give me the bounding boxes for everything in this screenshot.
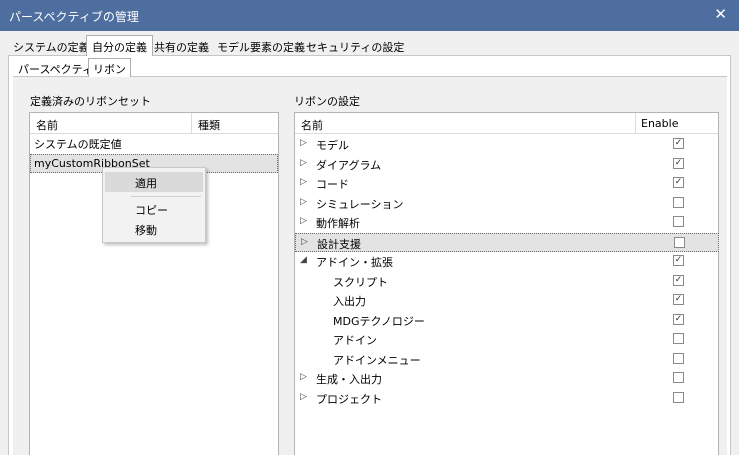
tree-item-label: 動作解析	[316, 217, 360, 230]
tab-my-definitions[interactable]: 自分の定義	[86, 35, 153, 56]
tree-item[interactable]: ▷ ダイアグラム ✓	[295, 155, 718, 174]
ribbon-settings-header: 名前 Enable	[295, 113, 718, 134]
tree-item[interactable]: ▷ プロジェクト	[295, 389, 718, 408]
tree-item-label: 入出力	[333, 295, 366, 308]
enable-checkbox[interactable]	[673, 391, 684, 403]
tree-item[interactable]: ▷ 生成・入出力	[295, 369, 718, 388]
tree-item-label: コード	[316, 178, 349, 191]
expand-arrow-icon[interactable]: ▷	[300, 372, 307, 382]
tree-item-label: プロジェクト	[316, 392, 382, 406]
title-bar: パースペクティブの管理 ✕	[0, 0, 739, 31]
enable-checkbox[interactable]: ✓	[673, 157, 684, 169]
enable-checkbox[interactable]	[673, 196, 684, 208]
column-type[interactable]: 種類	[192, 113, 226, 134]
enable-checkbox[interactable]	[673, 352, 684, 364]
expand-arrow-icon[interactable]: ▷	[300, 177, 307, 187]
expand-arrow-icon[interactable]: ▷	[300, 138, 307, 148]
tree-item[interactable]: ▷ シミュレーション	[295, 194, 718, 213]
tree-item-label: アドイン	[333, 334, 377, 347]
tree-item-label: アドインメニュー	[333, 353, 421, 367]
enable-checkbox[interactable]	[673, 333, 684, 344]
ribbon-set-list[interactable]: 名前 種類 システムの既定値 myCustomRibbonSet	[29, 112, 279, 455]
enable-checkbox[interactable]: ✓	[673, 313, 684, 325]
tree-item[interactable]: アドインメニュー	[295, 350, 718, 369]
tab-model-element-definitions[interactable]: モデル要素の定義	[212, 36, 310, 56]
enable-checkbox[interactable]	[674, 236, 685, 248]
menu-divider	[131, 196, 201, 197]
expand-arrow-icon[interactable]: ▷	[300, 216, 307, 226]
tree-item-label: 設計支援	[317, 237, 361, 251]
tree-item[interactable]: ▷ 動作解析	[295, 213, 718, 232]
menu-item-copy[interactable]: コピー	[105, 199, 203, 219]
collapse-arrow-icon[interactable]: ◢	[300, 255, 307, 265]
tree-item[interactable]: MDGテクノロジー ✓	[295, 311, 718, 330]
expand-arrow-icon[interactable]: ▷	[300, 392, 307, 402]
tree-item[interactable]: ▷ コード ✓	[295, 174, 718, 193]
enable-checkbox[interactable]: ✓	[673, 274, 684, 286]
ribbon-set-list-header: 名前 種類	[30, 113, 278, 134]
enable-checkbox[interactable]: ✓	[673, 294, 684, 305]
enable-checkbox[interactable]	[673, 216, 684, 227]
tree-item[interactable]: アドイン	[295, 330, 718, 349]
enable-checkbox[interactable]: ✓	[673, 255, 684, 266]
tab-system-definitions[interactable]: システムの定義	[8, 36, 95, 56]
column-name[interactable]: 名前	[30, 113, 64, 134]
expand-arrow-icon[interactable]: ▷	[300, 158, 307, 168]
tab-shared-definitions[interactable]: 共有の定義	[149, 36, 214, 56]
ribbon-settings-tree[interactable]: 名前 Enable ▷ モデル ✓ ▷ ダイアグラム ✓ ▷ コード ✓ ▷ シミュレーション ▷ 動作…	[294, 112, 719, 455]
tree-item[interactable]: スクリプト ✓	[295, 272, 718, 291]
ribbon-settings-label: リボンの設定	[294, 95, 360, 108]
tab-ribbons[interactable]: リボン	[88, 58, 131, 77]
tree-item[interactable]: ▷ モデル ✓	[295, 135, 718, 154]
ribbon-sets-label: 定義済みのリボンセット	[30, 95, 151, 108]
menu-item-apply[interactable]: 適用	[105, 172, 203, 192]
window-title: パースペクティブの管理	[9, 10, 139, 24]
tree-item-label: モデル	[316, 139, 349, 152]
tree-item-label: アドイン・拡張	[316, 256, 393, 269]
tree-item-label: MDGテクノロジー	[333, 314, 425, 328]
tree-item-label: 生成・入出力	[316, 373, 382, 386]
context-menu: 適用 コピー 移動	[102, 167, 206, 243]
tree-item-label: シミュレーション	[316, 197, 404, 211]
enable-checkbox[interactable]: ✓	[673, 177, 684, 188]
tree-item[interactable]: 入出力 ✓	[295, 291, 718, 310]
tree-item[interactable]: ◢ アドイン・拡張 ✓	[295, 252, 718, 271]
close-icon[interactable]: ✕	[714, 5, 727, 23]
column-name[interactable]: 名前	[295, 113, 329, 134]
tree-item-label: ダイアグラム	[316, 158, 382, 172]
enable-checkbox[interactable]	[673, 372, 684, 383]
tab-security-settings[interactable]: セキュリティの設定	[301, 36, 409, 56]
tree-item[interactable]: ▷ 設計支援	[295, 232, 719, 252]
column-enable[interactable]: Enable	[635, 113, 684, 134]
list-item[interactable]: システムの既定値	[30, 134, 278, 153]
expand-arrow-icon[interactable]: ▷	[301, 237, 308, 247]
ribbon-set-name: システムの既定値	[34, 138, 122, 151]
expand-arrow-icon[interactable]: ▷	[300, 197, 307, 207]
tree-item-label: スクリプト	[333, 275, 388, 289]
menu-item-move[interactable]: 移動	[105, 219, 203, 239]
enable-checkbox[interactable]: ✓	[673, 138, 684, 149]
